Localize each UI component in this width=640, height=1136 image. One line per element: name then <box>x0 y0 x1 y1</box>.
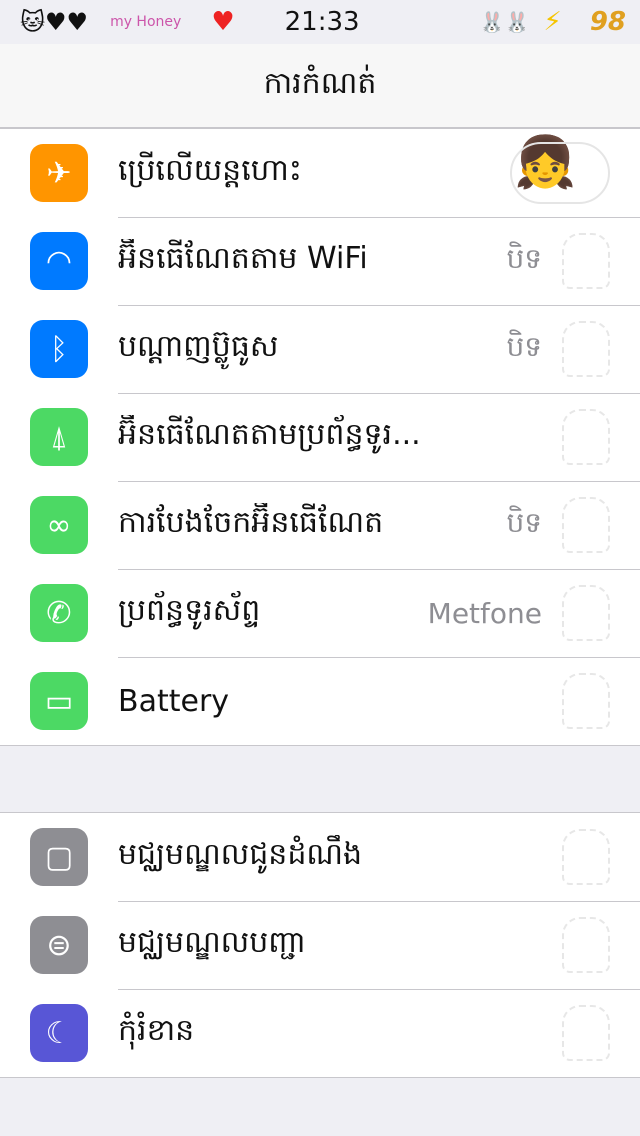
settings-row[interactable]: ⊜ មជ្ឈមណ្ឌលបញ្ជា <box>0 901 640 989</box>
hello-kitty-icon: 🐱♥♥ <box>20 8 89 36</box>
settings-row[interactable]: ᛒ បណ្តាញប៊្លូធូស បិទ <box>0 305 640 393</box>
settings-row[interactable]: ☾ កុំរំខាន <box>0 989 640 1077</box>
page-title: ការកំណត់ <box>263 65 377 101</box>
nav-bar: ការកំណត់ <box>0 44 640 128</box>
settings-row-label: ការបែងចែកអ៊ីនធើណែត <box>118 505 384 540</box>
chevron-right-icon <box>562 409 610 465</box>
control-center-icon: ⊜ <box>30 916 88 974</box>
chevron-right-icon <box>562 829 610 885</box>
heart-icon: ♥ <box>211 7 235 37</box>
airplane-mode-toggle[interactable] <box>510 142 610 204</box>
chevron-right-icon <box>562 673 610 729</box>
settings-row-label: កុំរំខាន <box>118 1013 195 1048</box>
charging-icon: ⚡ <box>543 7 562 37</box>
chevron-right-icon <box>562 1005 610 1061</box>
cellular-icon: ⍋ <box>30 408 88 466</box>
notifications-icon: ▢ <box>30 828 88 886</box>
settings-row[interactable]: ⍋ អ៊ីនធើណែតតាមប្រព័ន្ធទូរ... <box>0 393 640 481</box>
battery-percent: 98 <box>589 7 626 37</box>
settings-row-label: បណ្តាញប៊្លូធូស <box>118 329 279 364</box>
settings-row-label: មជ្ឈមណ្ឌលបញ្ជា <box>118 925 306 960</box>
bunny-icon: 🐰🐰 <box>479 10 530 34</box>
moon-icon: ☾ <box>30 1004 88 1062</box>
settings-row[interactable]: ▢ មជ្ឈមណ្ឌលជូនដំណឹង <box>0 813 640 901</box>
settings-row-value: បិទ <box>506 241 542 275</box>
wifi-icon: ◠ <box>30 232 88 290</box>
settings-row-value: Metfone <box>427 596 542 630</box>
chevron-right-icon <box>562 233 610 289</box>
settings-row[interactable]: ◠ អ៊ីនធើណែតតាម WiFi បិទ <box>0 217 640 305</box>
settings-row-label: មជ្ឈមណ្ឌលជូនដំណឹង <box>118 837 363 872</box>
settings-row[interactable]: ▭ Battery <box>0 657 640 745</box>
settings-row-value: បិទ <box>506 505 542 539</box>
settings-row[interactable]: ✆ ប្រព័ន្ធទូរស័ព្ទ Metfone <box>0 569 640 657</box>
settings-row[interactable]: ∞ ការបែងចែកអ៊ីនធើណែត បិទ <box>0 481 640 569</box>
settings-row[interactable]: ✈ ប្រើលើយន្តហោះ 👧 <box>0 129 640 217</box>
settings-section-system: ▢ មជ្ឈមណ្ឌលជូនដំណឹង ⊜ មជ្ឈមណ្ឌលបញ្ជា ☾ កុំរំខ… <box>0 812 640 1078</box>
settings-row-label: អ៊ីនធើណែតតាមប្រព័ន្ធទូរ... <box>118 417 421 452</box>
chevron-right-icon <box>562 497 610 553</box>
status-time: 21:33 <box>284 7 360 37</box>
airplane-icon: ✈ <box>30 144 88 202</box>
settings-row-label: អ៊ីនធើណែតតាម WiFi <box>118 241 368 276</box>
battery-icon: ▭ <box>30 672 88 730</box>
chevron-right-icon <box>562 585 610 641</box>
chevron-right-icon <box>562 321 610 377</box>
my-honey-sticker: my Honey <box>110 14 182 30</box>
settings-row-value: បិទ <box>506 329 542 363</box>
hotspot-icon: ∞ <box>30 496 88 554</box>
settings-row-label: ប្រើលើយន្តហោះ <box>118 153 302 188</box>
chevron-right-icon <box>562 917 610 973</box>
settings-section-connectivity: ✈ ប្រើលើយន្តហោះ 👧 ◠ អ៊ីនធើណែតតាម WiFi បិទ ᛒ បណ្… <box>0 128 640 746</box>
phone-icon: ✆ <box>30 584 88 642</box>
settings-row-label: Battery <box>118 683 230 719</box>
bluetooth-icon: ᛒ <box>30 320 88 378</box>
status-bar: 🐱♥♥ my Honey ♥ 21:33 🐰🐰 ⚡ 98 <box>0 0 640 44</box>
settings-row-label: ប្រព័ន្ធទូរស័ព្ទ <box>118 593 261 628</box>
